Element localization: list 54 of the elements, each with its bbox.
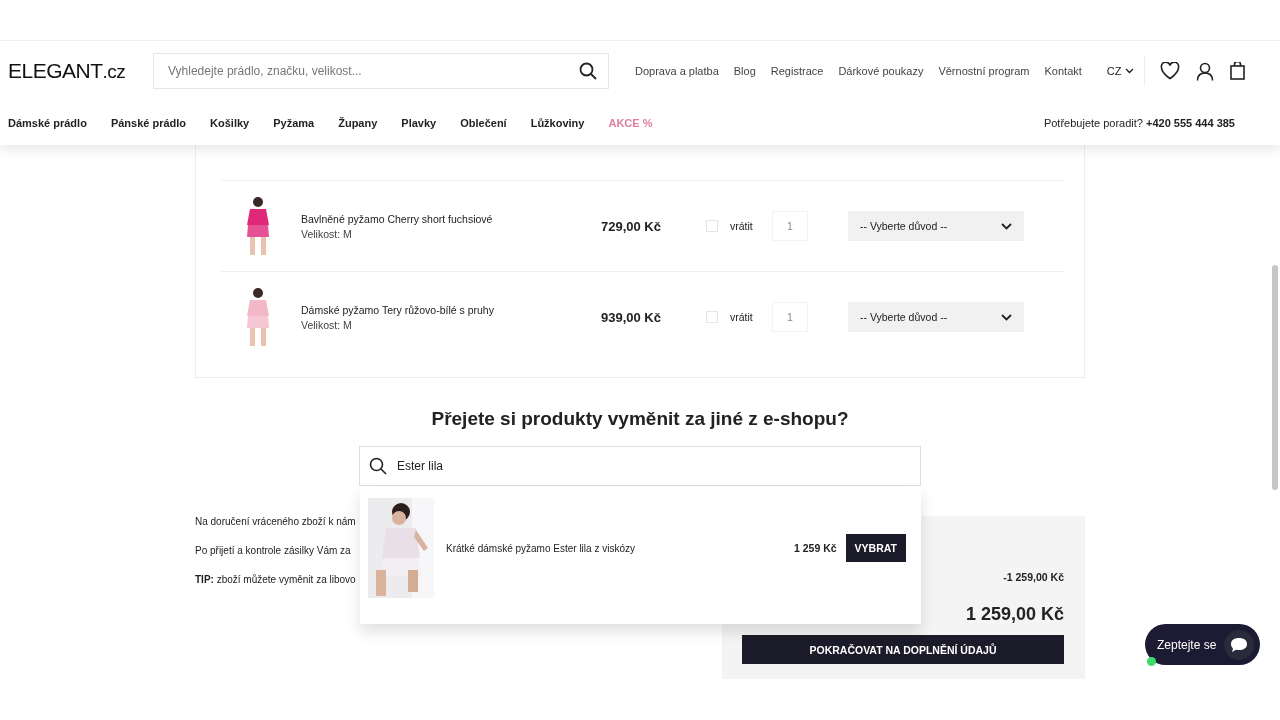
category-link[interactable]: Oblečení — [460, 117, 507, 129]
return-label: vrátit — [730, 311, 754, 323]
product-price: 729,00 Kč — [600, 218, 661, 234]
user-icon[interactable] — [1196, 61, 1215, 81]
return-checkbox[interactable] — [706, 311, 718, 323]
chevron-icon — [1125, 68, 1135, 74]
return-label: vrátit — [730, 220, 754, 232]
scrollbar-thumb[interactable] — [1272, 265, 1278, 490]
product-size: Velikost: M — [301, 227, 353, 240]
exchange-heading: Přejete si produkty vyměnit za jiné z e-shopu? — [430, 408, 850, 430]
heart-icon[interactable] — [1160, 62, 1181, 80]
product-search-field[interactable]: Ester lila — [359, 446, 921, 486]
result-price: 1 259 Kč — [794, 542, 837, 554]
quantity-field[interactable]: 1 — [772, 211, 808, 241]
reason-select[interactable]: -- Vyberte důvod -- — [848, 211, 1024, 241]
product-size: Velikost: M — [301, 318, 353, 331]
header-link[interactable]: Dárkové poukazy — [838, 65, 924, 77]
chevron-icon — [1001, 222, 1012, 230]
category-link[interactable]: Župany — [338, 117, 378, 129]
header-link[interactable]: Blog — [733, 65, 756, 77]
return-checkbox[interactable] — [706, 220, 718, 232]
category-link[interactable]: Košilky — [210, 117, 250, 129]
info-text: Na doručení vráceného zboží k nám — [195, 516, 356, 527]
continue-button[interactable]: POKRAČOVAT NA DOPLNĚNÍ ÚDAJŮ — [742, 635, 1064, 664]
header-link[interactable]: Kontakt — [1044, 65, 1082, 77]
header-link[interactable]: Doprava a platba — [635, 65, 719, 77]
shopping-bag-icon[interactable] — [1230, 62, 1246, 80]
category-link[interactable]: Lůžkoviny — [530, 117, 585, 129]
help-text: Potřebujete poradit? — [1043, 117, 1143, 129]
header-link[interactable]: Věrnostní program — [938, 65, 1030, 77]
product-name: Bavlněné pyžamo Cherry short fuchsiové — [301, 212, 494, 225]
category-link[interactable]: Dámské prádlo — [8, 117, 87, 129]
category-link[interactable]: Plavky — [401, 117, 437, 129]
refund-total: 1 259,00 Kč — [965, 604, 1064, 625]
result-name: Krátké dámské pyžamo Ester lila z viskózy — [446, 542, 636, 554]
reason-select[interactable]: -- Vyberte důvod -- — [848, 302, 1024, 332]
chevron-icon — [1001, 313, 1012, 321]
chat-button[interactable]: Zeptejte se — [1145, 624, 1260, 665]
language-select[interactable]: CZ — [1106, 65, 1145, 77]
phone-link[interactable]: +420 555 444 385 — [1146, 117, 1235, 129]
search-field[interactable]: Vyhledejte prádlo, značku, velikost... — [153, 53, 609, 89]
category-link[interactable]: Pánské prádlo — [110, 117, 187, 129]
deduction-amount: -1 259,00 Kč — [1003, 571, 1064, 583]
select-button[interactable]: VYBRAT — [845, 534, 906, 562]
chat-bubble-icon — [1224, 629, 1254, 660]
logo[interactable]: ELEGANT.cz — [8, 59, 153, 83]
info-text: Po přijetí a kontrole zásilky Vám za — [195, 545, 352, 556]
info-text: TIP: zboží můžete vyměnit za libovo — [195, 574, 356, 585]
product-price: 939,00 Kč — [600, 309, 661, 325]
category-link[interactable]: Pyžama — [273, 117, 315, 129]
product-name: Dámské pyžamo Tery růžovo-bílé s pruhy — [301, 303, 495, 316]
header-link[interactable]: Registrace — [770, 65, 824, 77]
quantity-field[interactable]: 1 — [772, 302, 808, 332]
search-icon[interactable] — [579, 62, 597, 80]
